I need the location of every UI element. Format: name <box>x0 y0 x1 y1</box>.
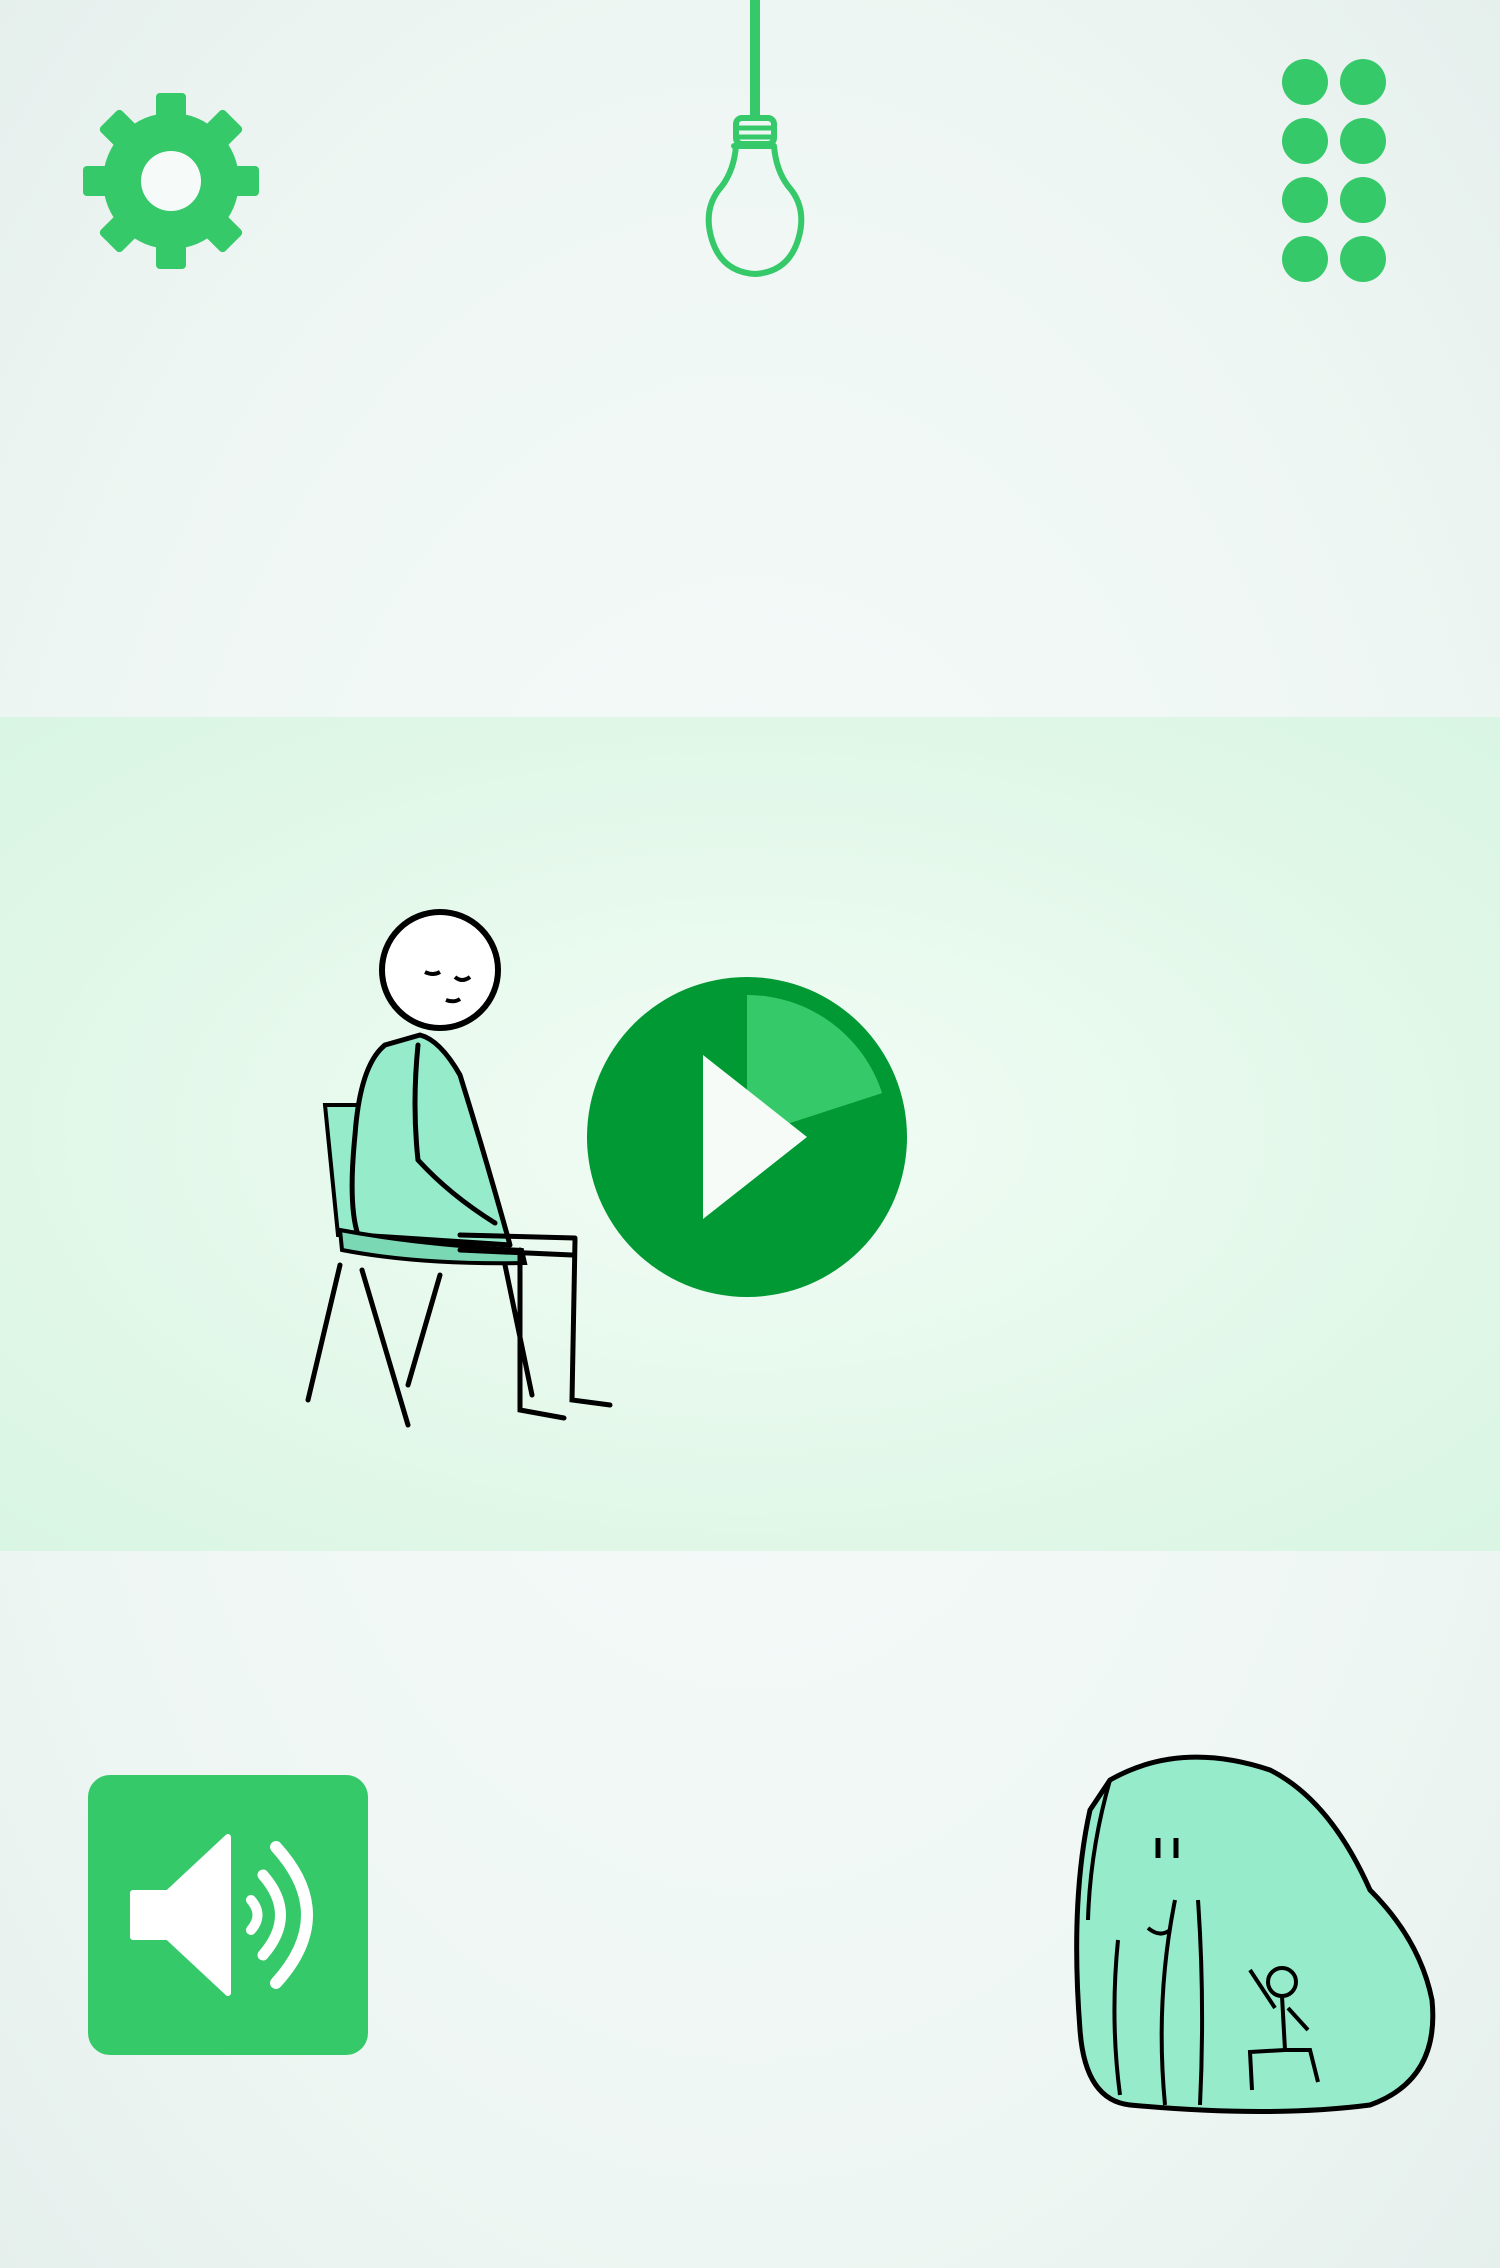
grid-dots-icon <box>1282 59 1386 282</box>
speaker-icon <box>130 1834 313 1996</box>
elephant-icon <box>1074 1754 1436 2114</box>
elephant-mascot[interactable] <box>1070 1750 1450 2130</box>
gear-icon <box>83 93 259 269</box>
sound-toggle-button[interactable] <box>88 1775 368 2055</box>
seated-stick-figure <box>300 905 620 1435</box>
lightbulb-icon <box>705 0 805 277</box>
play-icon <box>587 977 907 1297</box>
hint-bulb[interactable] <box>690 0 820 290</box>
play-button[interactable] <box>585 975 910 1300</box>
levels-menu-button[interactable] <box>1270 55 1395 295</box>
settings-button[interactable] <box>80 90 262 272</box>
